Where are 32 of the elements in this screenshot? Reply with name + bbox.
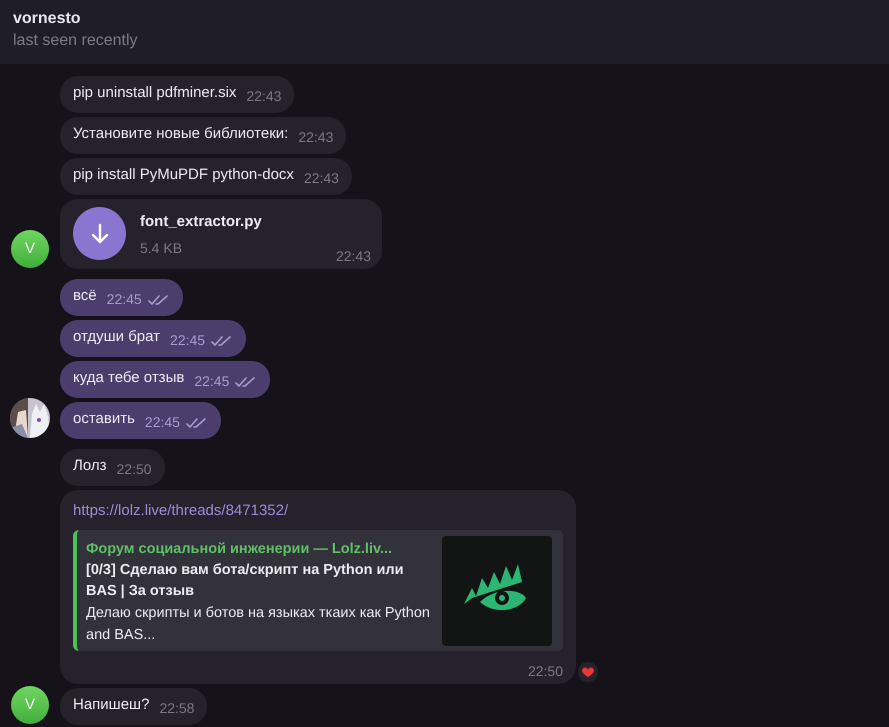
heart-icon: [581, 666, 595, 678]
message-time: 22:50: [116, 460, 152, 479]
reaction[interactable]: [578, 662, 598, 682]
link-preview[interactable]: Форум социальной инженерии — Lolz.liv... [0/3] Сделаю вам бота/скрипт на Python или BAS | За отзыв Делаю скрипты и ботов на языках ткаих как Python and BAS...: [73, 530, 563, 651]
message-time: 22:43: [298, 128, 334, 147]
download-icon: [90, 222, 110, 244]
message-text: pip uninstall pdfminer.six: [73, 83, 236, 103]
message-time: 22:45: [144, 413, 180, 432]
message-time: 22:50: [528, 662, 563, 681]
preview-description: Делаю скрипты и ботов на языках ткаих как Python and BAS...: [86, 604, 431, 645]
message-text: Лолз: [73, 456, 106, 476]
message-text: оставить: [73, 409, 135, 429]
preview-site: Форум социальной инженерии — Lolz.liv...: [86, 540, 394, 559]
message-text: всё: [73, 286, 97, 306]
message-text: куда тебе отзыв: [73, 368, 184, 388]
link[interactable]: https://lolz.live/threads/8471352/: [73, 500, 288, 522]
preview-title: [0/3] Сделаю вам бота/скрипт на Python или BAS | За отзыв: [86, 561, 404, 601]
message-time: 22:58: [159, 699, 194, 718]
contact-name: vornesto: [13, 9, 81, 29]
message-time: 22:45: [170, 331, 206, 350]
message-time: 22:43: [304, 169, 339, 188]
contact-status: last seen recently: [13, 31, 138, 51]
message-time: 22:43: [336, 247, 371, 266]
message-time: 22:43: [246, 87, 282, 106]
message-time: 22:45: [194, 372, 230, 391]
message-text: Напишеш?: [73, 695, 150, 715]
message-time: 22:45: [106, 290, 142, 309]
message-text: отдуши брат: [73, 327, 160, 347]
file-size: 5.4 KB: [140, 239, 182, 258]
message-text: pip install PyMuPDF python-docx: [73, 165, 294, 185]
file-name: font_extractor.py: [140, 212, 262, 232]
message-text: Установите новые библиотеки:: [73, 124, 288, 144]
